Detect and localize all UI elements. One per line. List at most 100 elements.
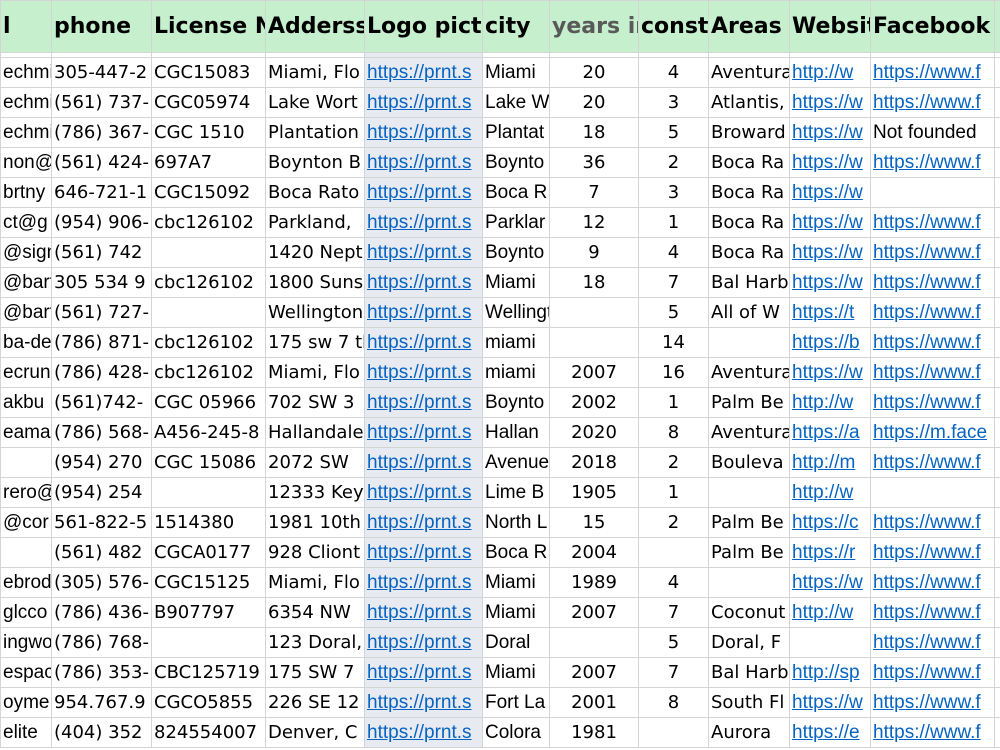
cell-license[interactable]: cbc126102 bbox=[151, 267, 266, 298]
cell-license[interactable] bbox=[151, 627, 266, 658]
cell-phone[interactable]: (305) 576- bbox=[51, 567, 152, 598]
cell-license[interactable]: CGC 1510 bbox=[151, 117, 266, 148]
cell-email[interactable]: ebrods bbox=[0, 567, 52, 598]
cell-logo[interactable]: https://prnt.s bbox=[364, 627, 483, 658]
cell-email[interactable]: oyme bbox=[0, 687, 52, 718]
cell-license[interactable]: CGC05974 bbox=[151, 87, 266, 118]
cell-facebook[interactable]: https://www.f bbox=[870, 327, 995, 358]
cell-phone[interactable]: (786) 353- bbox=[51, 657, 152, 688]
cell-phone[interactable]: 561-822-5 bbox=[51, 507, 152, 538]
cell-facebook[interactable]: https://www.f bbox=[870, 687, 995, 718]
cell-address[interactable]: 1981 10th bbox=[265, 507, 365, 538]
cell-email[interactable] bbox=[0, 537, 52, 568]
cell-website[interactable]: https://w bbox=[789, 687, 871, 718]
cell-email[interactable]: ingwo bbox=[0, 627, 52, 658]
cell-extra[interactable] bbox=[994, 57, 1000, 88]
cell-extra[interactable] bbox=[994, 237, 1000, 268]
cell-phone[interactable]: 646-721-1 bbox=[51, 177, 152, 208]
cell-extra[interactable] bbox=[994, 627, 1000, 658]
cell-areas[interactable]: Palm Be bbox=[708, 507, 790, 538]
cell-logo[interactable]: https://prnt.s bbox=[364, 507, 483, 538]
cell-license[interactable] bbox=[151, 477, 266, 508]
cell-city[interactable]: Lake W bbox=[482, 87, 550, 118]
cell-construction[interactable]: 3 bbox=[638, 177, 709, 208]
cell-extra[interactable] bbox=[994, 597, 1000, 628]
cell-extra[interactable] bbox=[994, 657, 1000, 688]
cell-phone[interactable]: (561) 737- bbox=[51, 87, 152, 118]
cell-construction[interactable]: 2 bbox=[638, 507, 709, 538]
cell-website[interactable]: https://b bbox=[789, 327, 871, 358]
cell-logo[interactable]: https://prnt.s bbox=[364, 177, 483, 208]
cell-facebook[interactable]: https://www.f bbox=[870, 627, 995, 658]
cell-facebook[interactable]: https://www.f bbox=[870, 57, 995, 88]
cell-areas[interactable] bbox=[708, 567, 790, 598]
cell-construction[interactable]: 8 bbox=[638, 417, 709, 448]
cell-years[interactable] bbox=[549, 297, 639, 328]
header-cell-email[interactable]: l bbox=[0, 0, 52, 53]
cell-license[interactable]: A456-245-8 bbox=[151, 417, 266, 448]
cell-website[interactable]: https://e bbox=[789, 717, 871, 748]
cell-extra[interactable] bbox=[994, 267, 1000, 298]
cell-construction[interactable]: 8 bbox=[638, 687, 709, 718]
cell-construction[interactable]: 4 bbox=[638, 237, 709, 268]
cell-license[interactable]: 697A7 bbox=[151, 147, 266, 178]
cell-extra[interactable] bbox=[994, 327, 1000, 358]
cell-city[interactable]: Miami bbox=[482, 57, 550, 88]
cell-address[interactable]: Plantation bbox=[265, 117, 365, 148]
cell-license[interactable]: cbc126102 bbox=[151, 357, 266, 388]
cell-construction[interactable]: 4 bbox=[638, 567, 709, 598]
cell-website[interactable]: http://w bbox=[789, 477, 871, 508]
cell-logo[interactable]: https://prnt.s bbox=[364, 357, 483, 388]
cell-city[interactable]: Avenue bbox=[482, 447, 550, 478]
cell-extra[interactable] bbox=[994, 447, 1000, 478]
cell-construction[interactable]: 5 bbox=[638, 117, 709, 148]
header-cell-license[interactable]: License Nu bbox=[151, 0, 266, 53]
cell-phone[interactable]: (786) 436- bbox=[51, 597, 152, 628]
cell-construction[interactable]: 1 bbox=[638, 477, 709, 508]
cell-years[interactable]: 1981 bbox=[549, 717, 639, 748]
cell-logo[interactable]: https://prnt.s bbox=[364, 687, 483, 718]
cell-phone[interactable]: (561) 482 bbox=[51, 537, 152, 568]
cell-extra[interactable] bbox=[994, 537, 1000, 568]
cell-areas[interactable]: Aurora bbox=[708, 717, 790, 748]
cell-logo[interactable]: https://prnt.s bbox=[364, 267, 483, 298]
cell-logo[interactable]: https://prnt.s bbox=[364, 327, 483, 358]
cell-phone[interactable]: 954.767.9 bbox=[51, 687, 152, 718]
cell-areas[interactable]: Boca Ra bbox=[708, 177, 790, 208]
cell-years[interactable]: 20 bbox=[549, 87, 639, 118]
header-cell-extra[interactable] bbox=[994, 0, 1000, 53]
cell-facebook[interactable]: https://www.f bbox=[870, 597, 995, 628]
cell-logo[interactable]: https://prnt.s bbox=[364, 657, 483, 688]
cell-construction[interactable]: 1 bbox=[638, 207, 709, 238]
cell-extra[interactable] bbox=[994, 357, 1000, 388]
cell-years[interactable]: 2001 bbox=[549, 687, 639, 718]
cell-phone[interactable]: (561) 424- bbox=[51, 147, 152, 178]
cell-city[interactable]: Miami bbox=[482, 567, 550, 598]
cell-facebook[interactable]: https://www.f bbox=[870, 717, 995, 748]
cell-facebook[interactable]: https://www.f bbox=[870, 357, 995, 388]
cell-license[interactable]: CBC125719 bbox=[151, 657, 266, 688]
cell-address[interactable]: 928 Cliont bbox=[265, 537, 365, 568]
cell-email[interactable]: rero@ bbox=[0, 477, 52, 508]
cell-logo[interactable]: https://prnt.s bbox=[364, 597, 483, 628]
cell-city[interactable]: miami bbox=[482, 357, 550, 388]
cell-years[interactable] bbox=[549, 627, 639, 658]
cell-years[interactable]: 2020 bbox=[549, 417, 639, 448]
cell-license[interactable]: 1514380 bbox=[151, 507, 266, 538]
cell-website[interactable]: http://sp bbox=[789, 657, 871, 688]
cell-address[interactable]: 175 sw 7 th bbox=[265, 327, 365, 358]
cell-website[interactable]: https://w bbox=[789, 357, 871, 388]
cell-address[interactable]: Boca Rato bbox=[265, 177, 365, 208]
cell-email[interactable]: ba-de bbox=[0, 327, 52, 358]
cell-license[interactable]: CGC15083 bbox=[151, 57, 266, 88]
cell-construction[interactable]: 16 bbox=[638, 357, 709, 388]
cell-logo[interactable]: https://prnt.s bbox=[364, 537, 483, 568]
spreadsheet-grid[interactable]: l phone License Nu Adderss Logo pictu ci… bbox=[0, 0, 1000, 750]
cell-license[interactable] bbox=[151, 237, 266, 268]
header-cell-phone[interactable]: phone bbox=[51, 0, 152, 53]
cell-logo[interactable]: https://prnt.s bbox=[364, 117, 483, 148]
cell-years[interactable]: 2004 bbox=[549, 537, 639, 568]
cell-areas[interactable]: Boca Ra bbox=[708, 237, 790, 268]
cell-email[interactable] bbox=[0, 447, 52, 478]
cell-extra[interactable] bbox=[994, 207, 1000, 238]
